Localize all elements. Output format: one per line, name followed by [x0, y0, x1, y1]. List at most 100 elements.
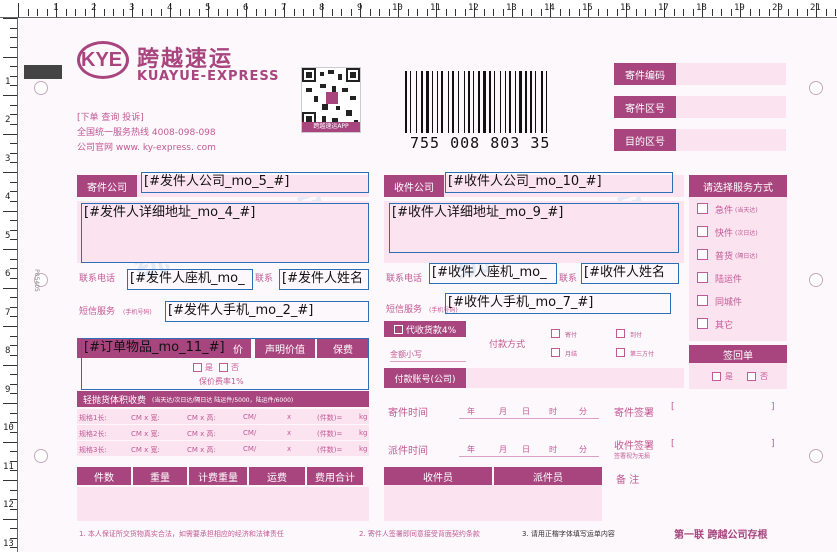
barcode-bar [464, 71, 465, 133]
ruler-tick [10, 451, 17, 453]
ruler-tick [692, 9, 694, 16]
ruler-number: 7 [5, 307, 11, 318]
receipt-no-checkbox[interactable] [747, 372, 756, 381]
send-sign-bracket-l: [ [671, 402, 675, 412]
sender-address-field[interactable]: [#发件人详细地址_mo_4_#] [81, 203, 369, 263]
footer-note-3: 3. 请用正楷字体填写运单内容 [522, 530, 615, 538]
ruler-tick [10, 489, 17, 491]
qr-code: 跨越速运APP [301, 67, 361, 133]
ruler-tick [445, 9, 447, 16]
ruler-tick [806, 9, 808, 16]
volume-cell: 规格1长: [79, 414, 107, 422]
time-unit: 日 [522, 445, 530, 454]
cod-checkbox[interactable] [393, 324, 403, 334]
ruler-tick [417, 9, 418, 16]
service-option-label: 快件 [715, 229, 734, 239]
staff-values-area[interactable] [384, 485, 602, 521]
ruler-tick [749, 9, 751, 16]
send-code-field[interactable] [676, 63, 786, 85]
cod-header: 代收货款4% [384, 321, 466, 337]
ruler-number: 18 [696, 3, 707, 13]
send-sign-bracket-r: ] [771, 402, 775, 412]
amount-label: 金额小写 [390, 350, 422, 359]
sender-contact-label: 联系 [255, 274, 274, 284]
barcode-bar [494, 71, 495, 133]
send-time-label: 寄件时间 [388, 408, 428, 419]
send-area-field[interactable] [676, 96, 786, 118]
ruler-tick [607, 9, 608, 16]
ruler-number: 1 [5, 76, 11, 87]
ruler-tick [103, 9, 105, 16]
ruler-tick [10, 200, 17, 202]
receiver-name-field[interactable]: [#收件人姓名 [581, 263, 679, 284]
ruler-tick [10, 297, 17, 299]
edge-marker [24, 65, 62, 79]
service-checkbox[interactable] [697, 226, 708, 237]
deliver-time-label: 派件时间 [388, 446, 428, 457]
ruler-tick [10, 354, 17, 356]
ruler-tick [10, 374, 17, 376]
service-checkbox[interactable] [697, 203, 708, 214]
barcode-bar [483, 71, 486, 133]
time-unit: 分 [579, 407, 587, 416]
ruler-tick [379, 9, 380, 16]
cost-values-area[interactable] [77, 487, 369, 521]
pay-receiver-checkbox[interactable] [616, 329, 625, 338]
barcode-bar [519, 71, 522, 133]
ruler-tick [502, 9, 504, 16]
sender-name-field[interactable]: [#发件人姓名 [279, 269, 369, 290]
pay-account-field[interactable] [466, 368, 684, 388]
pay-monthly-checkbox[interactable] [551, 348, 560, 357]
receiver-mobile-field[interactable]: [#收件人手机_mo_7_#] [445, 293, 671, 314]
receipt-bg [689, 363, 787, 389]
cost-header: 费用合计 [307, 467, 363, 485]
receipt-yes-label: 是 [725, 372, 733, 381]
sender-company-field[interactable]: [#发件人公司_mo_5_#] [141, 172, 369, 193]
insure-yes-checkbox[interactable] [193, 363, 202, 372]
sender-mobile-field[interactable]: [#发件人手机_mo_2_#] [165, 301, 369, 322]
ruler-tick [531, 9, 532, 16]
barcode-bar [458, 71, 459, 133]
ruler-number: 5 [205, 3, 211, 13]
barcode-bar [426, 71, 429, 133]
footer-note-2: 2. 寄件人签署即同意接受背面契约条款 [359, 530, 480, 538]
cod-label: 代收货款4% [405, 325, 457, 336]
pay-thirdparty-checkbox[interactable] [616, 348, 625, 357]
pay-sender-checkbox[interactable] [551, 329, 560, 338]
ruler-tick [10, 114, 17, 116]
ruler-tick [835, 9, 836, 16]
volume-cell: CM x 宽: [131, 414, 160, 422]
ruler-tick [540, 9, 542, 16]
ruler-tick [10, 412, 17, 414]
dest-area-field[interactable] [676, 129, 786, 151]
service-checkbox[interactable] [697, 295, 708, 306]
receiver-landline-field[interactable]: [#收件人座机_mo_ [429, 263, 557, 284]
receipt-yes-checkbox[interactable] [712, 372, 721, 381]
service-checkbox[interactable] [697, 249, 708, 260]
service-checkbox[interactable] [697, 272, 708, 283]
service-checkbox[interactable] [697, 318, 708, 329]
receiver-address-field[interactable]: [#收件人详细地址_mo_9_#] [389, 203, 679, 253]
ruler-left: 1 2 3 4 5 6 7 8 9 10 11 12 13 [0, 18, 18, 552]
time-unit: 月 [499, 407, 507, 416]
time-unit: 时 [549, 407, 557, 416]
time-unit: 年 [467, 407, 475, 416]
insure-no-checkbox[interactable] [219, 363, 228, 372]
ruler-tick [10, 152, 17, 154]
receiver-company-field[interactable]: [#收件人公司_mo_10_#] [445, 172, 673, 193]
punch-hole [34, 81, 48, 95]
barcode-bar [530, 71, 532, 133]
send-area-label: 寄件区号 [614, 96, 676, 118]
service-option-sub: (隔日达) [735, 253, 758, 260]
volume-cell: kg [359, 429, 368, 437]
ruler-tick [236, 9, 238, 16]
service-option-label: 普货 [715, 252, 734, 262]
receiver-company-label: 收件公司 [384, 175, 444, 197]
cost-header: 运费 [249, 467, 305, 485]
ruler-number: 7 [281, 3, 287, 13]
ruler-tick [3, 95, 17, 96]
sender-landline-field[interactable]: [#发件人座机_mo_ [127, 269, 253, 290]
ruler-tick [75, 9, 76, 16]
ruler-top: 1 2 3 4 5 6 7 8 9 10 11 12 13 14 15 16 17 18 19 20 21 [0, 0, 837, 18]
ruler-tick [369, 9, 371, 16]
